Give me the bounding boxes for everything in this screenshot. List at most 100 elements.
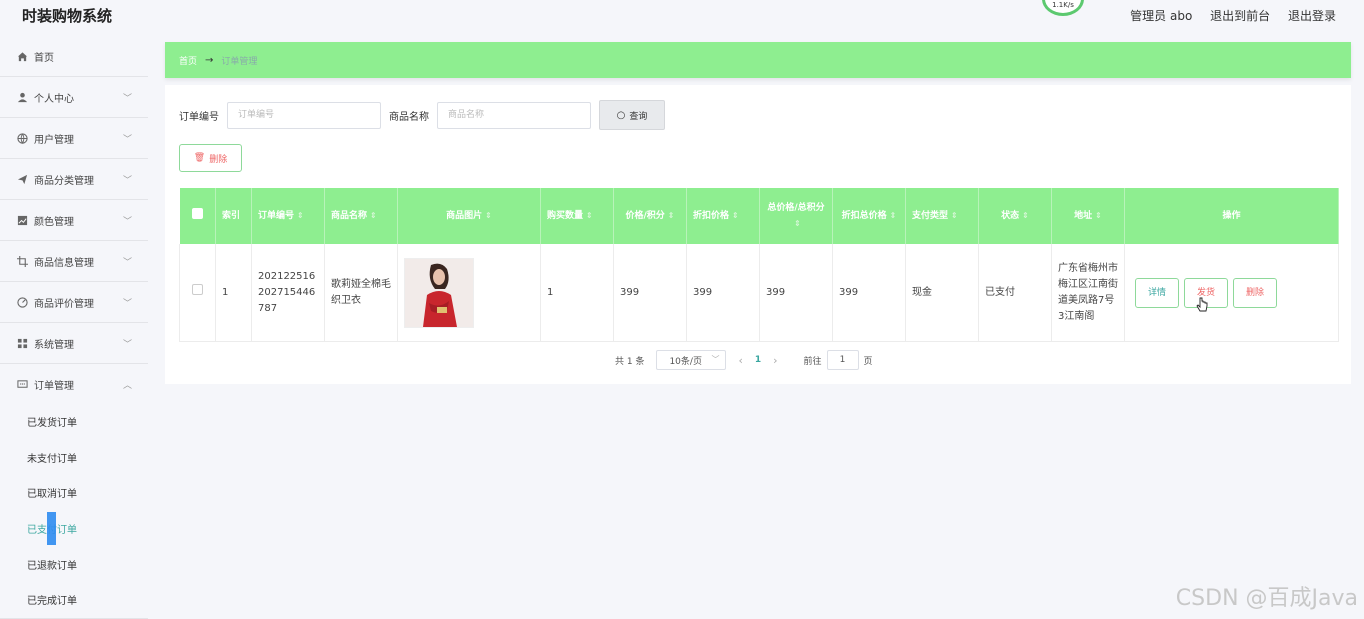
order-no-label: 订单编号: [179, 111, 219, 123]
user-icon: [16, 91, 28, 103]
header-discount-total[interactable]: 折扣总价格 ⇕: [832, 188, 906, 244]
sidebar-item-home[interactable]: 首页: [0, 36, 148, 77]
sidebar-item-color[interactable]: 颜色管理 ﹀: [0, 200, 148, 241]
header-product[interactable]: 商品名称 ⇕: [324, 188, 398, 244]
sidebar-sub-refunded[interactable]: 已退款订单: [0, 546, 148, 582]
prev-page-button[interactable]: ‹: [738, 354, 742, 367]
search-button[interactable]: ○ 查询: [599, 100, 665, 130]
watermark: CSDN @百成Java: [1175, 586, 1358, 611]
product-name-input[interactable]: [437, 101, 591, 129]
sort-icon[interactable]: ⇕: [732, 211, 739, 220]
sidebar-sub-completed[interactable]: 已完成订单: [0, 582, 148, 619]
page-size-select[interactable]: 10条/页 ﹀: [656, 350, 727, 370]
sidebar-item-category[interactable]: 商品分类管理 ﹀: [0, 159, 148, 200]
header-actions: 操作: [1124, 188, 1339, 244]
batch-delete-label: 删除: [209, 154, 228, 165]
sort-icon[interactable]: ⇕: [586, 211, 593, 220]
logout-link[interactable]: 退出登录: [1288, 9, 1336, 23]
sidebar-item-label: 颜色管理: [34, 216, 74, 228]
back-to-front-link[interactable]: 退出到前台: [1210, 9, 1270, 23]
cell-address: 广东省梅州市梅江区江南街道美凤路7号3江南阁: [1051, 244, 1125, 342]
batch-delete-button[interactable]: 🗑 删除: [179, 144, 242, 172]
row-checkbox-cell: [179, 244, 216, 342]
top-bar: 时装购物系统 1.1K/s 管理员 abo 退出到前台 退出登录: [0, 0, 1364, 34]
product-thumbnail[interactable]: [404, 257, 474, 328]
cell-order-no: 202122516202715446787: [251, 244, 325, 342]
network-speed-badge: 1.1K/s: [1042, 0, 1084, 16]
search-icon: ○: [616, 109, 626, 121]
gauge-icon: [16, 296, 28, 308]
sort-icon[interactable]: ⇕: [370, 211, 377, 220]
sort-icon[interactable]: ⇕: [1022, 211, 1029, 220]
chevron-down-icon: ﹀: [711, 355, 720, 364]
orders-table: 索引 订单编号 ⇕ 商品名称 ⇕ 商品图片 ⇕ 购买数量 ⇕ 价格/积分 ⇕ 折扣价格 ⇕ …: [179, 188, 1339, 342]
sidebar-sub-unpaid[interactable]: 未支付订单: [0, 440, 148, 476]
sidebar-sub-shipped[interactable]: 已发货订单: [0, 404, 148, 440]
pagination: 共 1 条 10条/页 ﹀ ‹ 1 › 前往 1 页: [615, 350, 873, 370]
sidebar-sub-paid[interactable]: 已支付订单: [0, 511, 148, 547]
sort-icon[interactable]: ⇕: [485, 211, 492, 220]
delete-row-button[interactable]: 删除: [1233, 277, 1277, 308]
breadcrumb-arrow-icon: →: [205, 54, 214, 66]
header-qty[interactable]: 购买数量 ⇕: [540, 188, 614, 244]
sidebar-item-orders[interactable]: 订单管理 ︿: [0, 364, 148, 404]
cell-index: 1: [215, 244, 252, 342]
sidebar-item-review[interactable]: 商品评价管理 ﹀: [0, 282, 148, 323]
chevron-up-icon: ︿: [122, 381, 132, 391]
table-header-row: 索引 订单编号 ⇕ 商品名称 ⇕ 商品图片 ⇕ 购买数量 ⇕ 价格/积分 ⇕ 折扣价格 ⇕ …: [179, 188, 1339, 244]
breadcrumb: 首页 → 订单管理: [165, 42, 1351, 78]
network-speed-text: 1.1K/s: [1052, 1, 1074, 9]
header-pay-type[interactable]: 支付类型 ⇕: [905, 188, 979, 244]
detail-button[interactable]: 详情: [1135, 277, 1179, 308]
header-index: 索引: [215, 188, 252, 244]
cell-discount-price: 399: [686, 244, 760, 342]
cell-status: 已支付: [978, 244, 1052, 342]
goto-page-input[interactable]: 1: [826, 350, 859, 370]
header-price[interactable]: 价格/积分 ⇕: [613, 188, 687, 244]
breadcrumb-home[interactable]: 首页: [179, 54, 197, 67]
cell-price: 399: [613, 244, 687, 342]
app-title: 时装购物系统: [22, 7, 113, 25]
sidebar-item-personal[interactable]: 个人中心 ﹀: [0, 77, 148, 118]
chevron-down-icon: ﹀: [122, 135, 132, 145]
sort-icon[interactable]: ⇕: [1095, 211, 1102, 220]
chevron-down-icon: ﹀: [122, 176, 132, 186]
chevron-down-icon: ﹀: [122, 340, 132, 350]
grid-icon: [16, 337, 28, 349]
cell-image: [397, 244, 541, 342]
top-right-links: 管理员 abo 退出到前台 退出登录: [1116, 7, 1336, 24]
sort-icon[interactable]: ⇕: [668, 211, 675, 220]
sidebar-item-product-info[interactable]: 商品信息管理 ﹀: [0, 241, 148, 282]
cell-product: 歌莉娅全棉毛织卫衣: [324, 244, 398, 342]
table-row: 1 202122516202715446787 歌莉娅全棉毛织卫衣 1 399 …: [179, 244, 1339, 342]
home-icon: [16, 50, 28, 62]
next-page-button[interactable]: ›: [773, 354, 777, 367]
search-bar: 订单编号 商品名称 ○ 查询: [179, 100, 665, 130]
sidebar-item-label: 商品评价管理: [34, 298, 94, 310]
sidebar-item-users[interactable]: 用户管理 ﹀: [0, 118, 148, 159]
sidebar-item-system[interactable]: 系统管理 ﹀: [0, 323, 148, 364]
sidebar-item-label: 系统管理: [34, 339, 74, 351]
header-discount-price[interactable]: 折扣价格 ⇕: [686, 188, 760, 244]
header-image[interactable]: 商品图片 ⇕: [397, 188, 541, 244]
header-address[interactable]: 地址 ⇕: [1051, 188, 1125, 244]
sort-icon[interactable]: ⇕: [794, 219, 801, 228]
header-status[interactable]: 状态 ⇕: [978, 188, 1052, 244]
sidebar-item-label: 用户管理: [34, 134, 74, 146]
sort-icon[interactable]: ⇕: [951, 211, 958, 220]
sort-icon[interactable]: ⇕: [297, 211, 304, 220]
order-no-input[interactable]: [227, 101, 381, 129]
header-total[interactable]: 总价格/总积分⇕: [759, 188, 833, 244]
admin-label: 管理员 abo: [1130, 9, 1193, 23]
mouse-pointer-icon: [1196, 297, 1208, 312]
goto-label: 前往: [803, 356, 822, 367]
sidebar-item-label: 商品分类管理: [34, 175, 94, 187]
sort-icon[interactable]: ⇕: [890, 211, 897, 220]
sidebar-sub-cancelled[interactable]: 已取消订单: [0, 475, 148, 511]
chevron-down-icon: ﹀: [122, 299, 132, 309]
page-number-current[interactable]: 1: [755, 355, 761, 365]
header-order-no[interactable]: 订单编号 ⇕: [251, 188, 325, 244]
row-checkbox[interactable]: [192, 284, 203, 295]
page-size-value: 10条/页: [669, 356, 702, 367]
select-all-checkbox[interactable]: [191, 207, 203, 219]
